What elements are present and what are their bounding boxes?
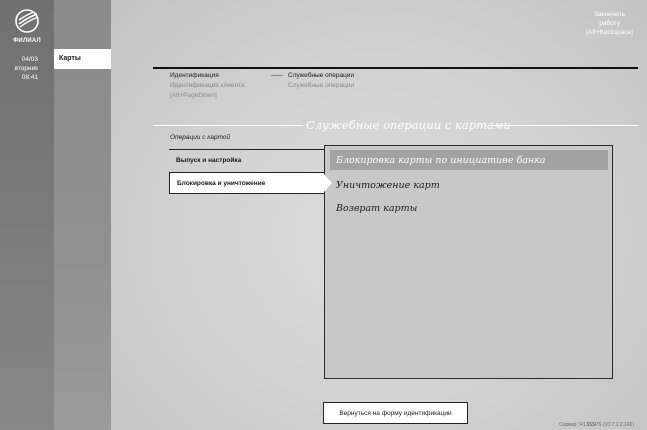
panel-item-return-card[interactable]: Возврат карты	[330, 198, 608, 218]
weekday: вторник	[14, 65, 38, 72]
operation-block-destroy[interactable]: Блокировка и уничтожение	[169, 172, 325, 194]
breadcrumb-divider	[153, 67, 638, 69]
section-divider-right	[490, 125, 638, 126]
finish-work-button[interactable]: Закончить работу [Alt+Backspace]	[586, 10, 633, 37]
breadcrumb-step-identification-sub: Идентификация клиента	[170, 82, 245, 89]
operations-panel: Блокировка карты по инициативе банка Уни…	[324, 145, 613, 379]
panel-item-destroy-cards[interactable]: Уничтожение карт	[330, 175, 608, 195]
left-sidebar: ФИЛИАЛ 04/03 вторник 08:41	[0, 0, 54, 430]
breadcrumb-step-service: Служебные операции	[288, 72, 355, 79]
breadcrumb-arrow-icon	[271, 75, 283, 76]
brand-name: ФИЛИАЛ	[13, 38, 41, 44]
bank-logo-icon	[15, 9, 39, 33]
finish-hotkey: [Alt+Backspace]	[586, 29, 633, 36]
time: 08:41	[21, 74, 38, 81]
section-title: Служебные операции с картами	[306, 118, 511, 132]
panel-item-block-by-bank[interactable]: Блокировка карты по инициативе банка	[330, 150, 608, 170]
server-info: Сервер: FIL$$$PS (10.7.1.2.160)	[559, 422, 634, 428]
breadcrumb-step-service-sub: Служебные операции	[288, 82, 355, 89]
operation-issue-setup[interactable]: Выпуск и настройка	[169, 149, 325, 171]
operations-label: Операции с картой	[170, 134, 231, 141]
selected-arrow-inner	[323, 173, 332, 193]
breadcrumb-step-identification-hotkey: [Alt+PageDown]	[170, 92, 217, 99]
section-divider-left	[153, 125, 303, 126]
breadcrumb-step-identification[interactable]: Идентификация	[170, 72, 219, 80]
date: 04/03	[21, 56, 38, 63]
finish-label-2: работу	[599, 20, 620, 27]
back-to-identification-button[interactable]: Вернуться на форму идентификации	[323, 402, 468, 424]
datetime: 04/03 вторник 08:41	[0, 55, 50, 82]
finish-label-1: Закончить	[594, 11, 626, 18]
